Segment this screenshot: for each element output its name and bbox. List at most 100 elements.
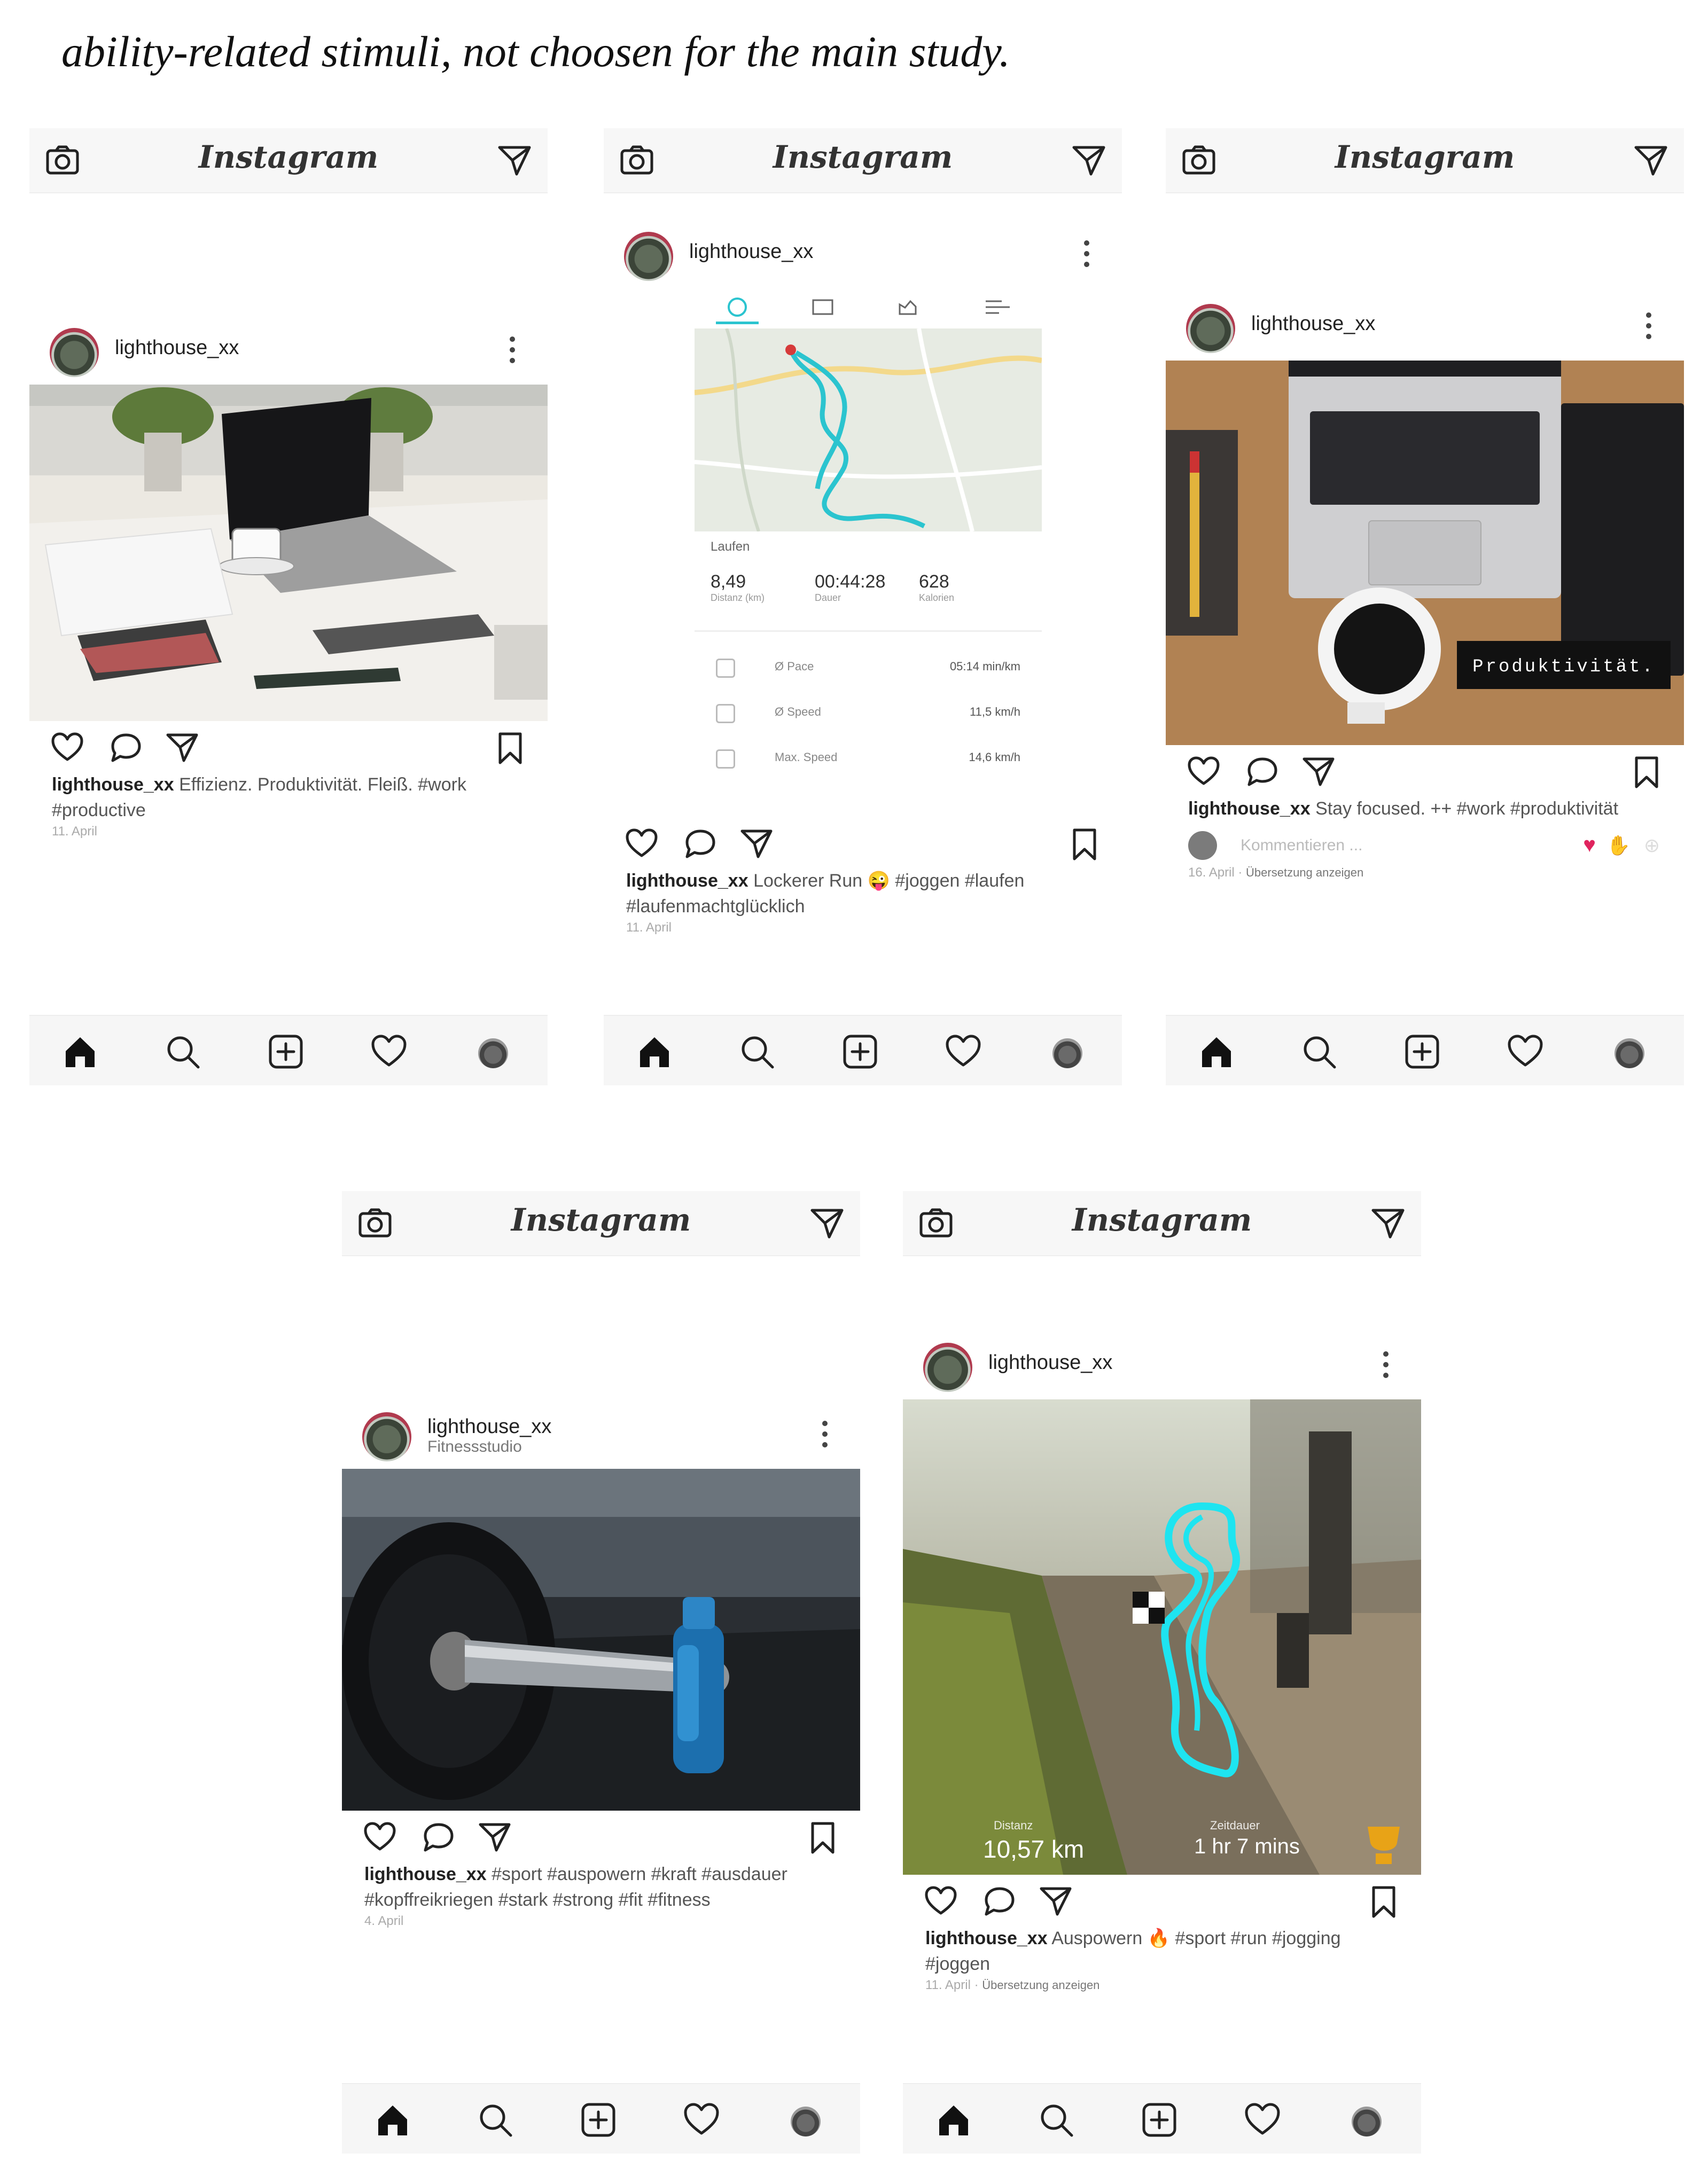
post: lighthouse_xx [903, 1335, 1421, 1994]
username[interactable]: lighthouse_xx [689, 240, 813, 263]
username[interactable]: lighthouse_xx [115, 336, 239, 359]
caption-username[interactable]: lighthouse_xx [364, 1864, 487, 1884]
home-icon[interactable] [935, 2101, 972, 2139]
bottom-navigation [1166, 1015, 1684, 1085]
comment-icon[interactable] [422, 1821, 455, 1852]
bookmark-icon[interactable] [1633, 756, 1660, 789]
more-options-icon[interactable] [1383, 1351, 1389, 1381]
add-post-icon[interactable] [841, 1033, 879, 1070]
bookmark-icon[interactable] [809, 1821, 836, 1854]
route-distance-value: 10,57 km [983, 1835, 1085, 1863]
search-icon[interactable] [164, 1033, 201, 1070]
avatar[interactable] [923, 1343, 972, 1392]
show-translation-link[interactable]: Übersetzung anzeigen [982, 1978, 1099, 1992]
comment-icon[interactable] [110, 732, 143, 763]
caption-username[interactable]: lighthouse_xx [1188, 799, 1311, 819]
quick-reaction-clap-icon[interactable]: ✋ [1606, 834, 1631, 857]
direct-message-icon[interactable] [1371, 1207, 1405, 1239]
avatar[interactable] [624, 232, 673, 281]
stat-row-icon [716, 704, 735, 723]
profile-avatar-icon[interactable] [1615, 1038, 1644, 1068]
post-image-barbell [342, 1469, 860, 1811]
quick-reaction-add-icon[interactable]: ⊕ [1644, 834, 1660, 857]
bookmark-icon[interactable] [497, 732, 524, 765]
comment-icon[interactable] [1246, 756, 1279, 787]
stat-calories: 628 Kalorien [919, 572, 954, 604]
like-heart-icon[interactable] [363, 1821, 396, 1852]
username[interactable]: lighthouse_xx [1251, 312, 1375, 335]
username[interactable]: lighthouse_xx [988, 1351, 1112, 1374]
camera-icon[interactable] [1182, 145, 1216, 175]
comment-avatar [1188, 831, 1217, 860]
more-options-icon[interactable] [822, 1421, 828, 1451]
username[interactable]: lighthouse_xx [427, 1415, 551, 1438]
search-icon[interactable] [738, 1033, 776, 1070]
like-heart-icon[interactable] [1187, 756, 1220, 787]
search-icon[interactable] [1300, 1033, 1338, 1070]
home-icon[interactable] [636, 1033, 673, 1070]
activity-heart-icon[interactable] [945, 1033, 982, 1070]
activity-heart-icon[interactable] [1507, 1033, 1544, 1070]
show-translation-link[interactable]: Übersetzung anzeigen [1246, 866, 1363, 879]
activity-heart-icon[interactable] [683, 2101, 720, 2139]
caption-username[interactable]: lighthouse_xx [925, 1928, 1048, 1948]
direct-message-icon[interactable] [1634, 144, 1668, 176]
share-icon[interactable] [166, 732, 199, 763]
add-post-icon[interactable] [267, 1033, 305, 1070]
camera-icon[interactable] [620, 145, 654, 175]
more-options-icon[interactable] [1645, 312, 1652, 342]
add-comment-row[interactable]: Kommentieren ... ♥ ✋ ⊕ [1166, 827, 1684, 864]
home-icon[interactable] [61, 1033, 99, 1070]
like-heart-icon[interactable] [625, 828, 658, 859]
avatar[interactable] [1186, 304, 1235, 353]
comment-icon[interactable] [684, 828, 717, 859]
home-icon[interactable] [374, 2101, 411, 2139]
share-icon[interactable] [1302, 756, 1335, 787]
avatar[interactable] [362, 1412, 411, 1461]
search-icon[interactable] [477, 2101, 514, 2139]
more-options-icon[interactable] [1083, 240, 1090, 270]
share-icon[interactable] [478, 1821, 511, 1852]
more-options-icon[interactable] [509, 336, 516, 366]
like-heart-icon[interactable] [51, 732, 84, 763]
post-location[interactable]: Fitnessstudio [427, 1438, 522, 1456]
calories-label: Kalorien [919, 592, 955, 603]
post-header: lighthouse_xx Fitnessstudio [342, 1405, 860, 1469]
stat-row-icon [716, 659, 735, 678]
direct-message-icon[interactable] [810, 1207, 844, 1239]
post-caption: lighthouse_xx Effizienz. Produktivität. … [29, 772, 548, 823]
caption-username[interactable]: lighthouse_xx [626, 871, 748, 891]
phone-screen-3: Instagram lighthouse_xx Produktivität. l… [1166, 128, 1684, 1085]
activity-tabs [716, 298, 1010, 324]
like-heart-icon[interactable] [924, 1885, 957, 1916]
avatar[interactable] [50, 328, 99, 377]
profile-avatar-icon[interactable] [791, 2107, 821, 2136]
caption-username[interactable]: lighthouse_xx [52, 774, 174, 795]
profile-avatar-icon[interactable] [478, 1038, 508, 1068]
camera-icon[interactable] [45, 145, 80, 175]
camera-icon[interactable] [919, 1208, 953, 1238]
comment-icon[interactable] [983, 1885, 1016, 1916]
bottom-navigation [29, 1015, 548, 1085]
direct-message-icon[interactable] [1072, 144, 1106, 176]
share-icon[interactable] [1039, 1885, 1072, 1916]
instagram-wordmark: Instagram [1072, 1202, 1252, 1238]
profile-avatar-icon[interactable] [1352, 2107, 1382, 2136]
bookmark-icon[interactable] [1370, 1885, 1397, 1919]
profile-avatar-icon[interactable] [1052, 1038, 1082, 1068]
add-post-icon[interactable] [580, 2101, 617, 2139]
activity-heart-icon[interactable] [1244, 2101, 1281, 2139]
add-post-icon[interactable] [1403, 1033, 1441, 1070]
instagram-wordmark: Instagram [198, 139, 379, 175]
activity-heart-icon[interactable] [370, 1033, 408, 1070]
camera-icon[interactable] [358, 1208, 392, 1238]
bookmark-icon[interactable] [1071, 828, 1098, 861]
share-icon[interactable] [740, 828, 773, 859]
comment-placeholder[interactable]: Kommentieren ... [1241, 836, 1362, 855]
direct-message-icon[interactable] [497, 144, 532, 176]
home-icon[interactable] [1198, 1033, 1235, 1070]
search-icon[interactable] [1038, 2101, 1075, 2139]
add-post-icon[interactable] [1141, 2101, 1178, 2139]
quick-reaction-heart-icon[interactable]: ♥ [1583, 833, 1596, 857]
post-image-laptop-coffee: Produktivität. [1166, 361, 1684, 745]
